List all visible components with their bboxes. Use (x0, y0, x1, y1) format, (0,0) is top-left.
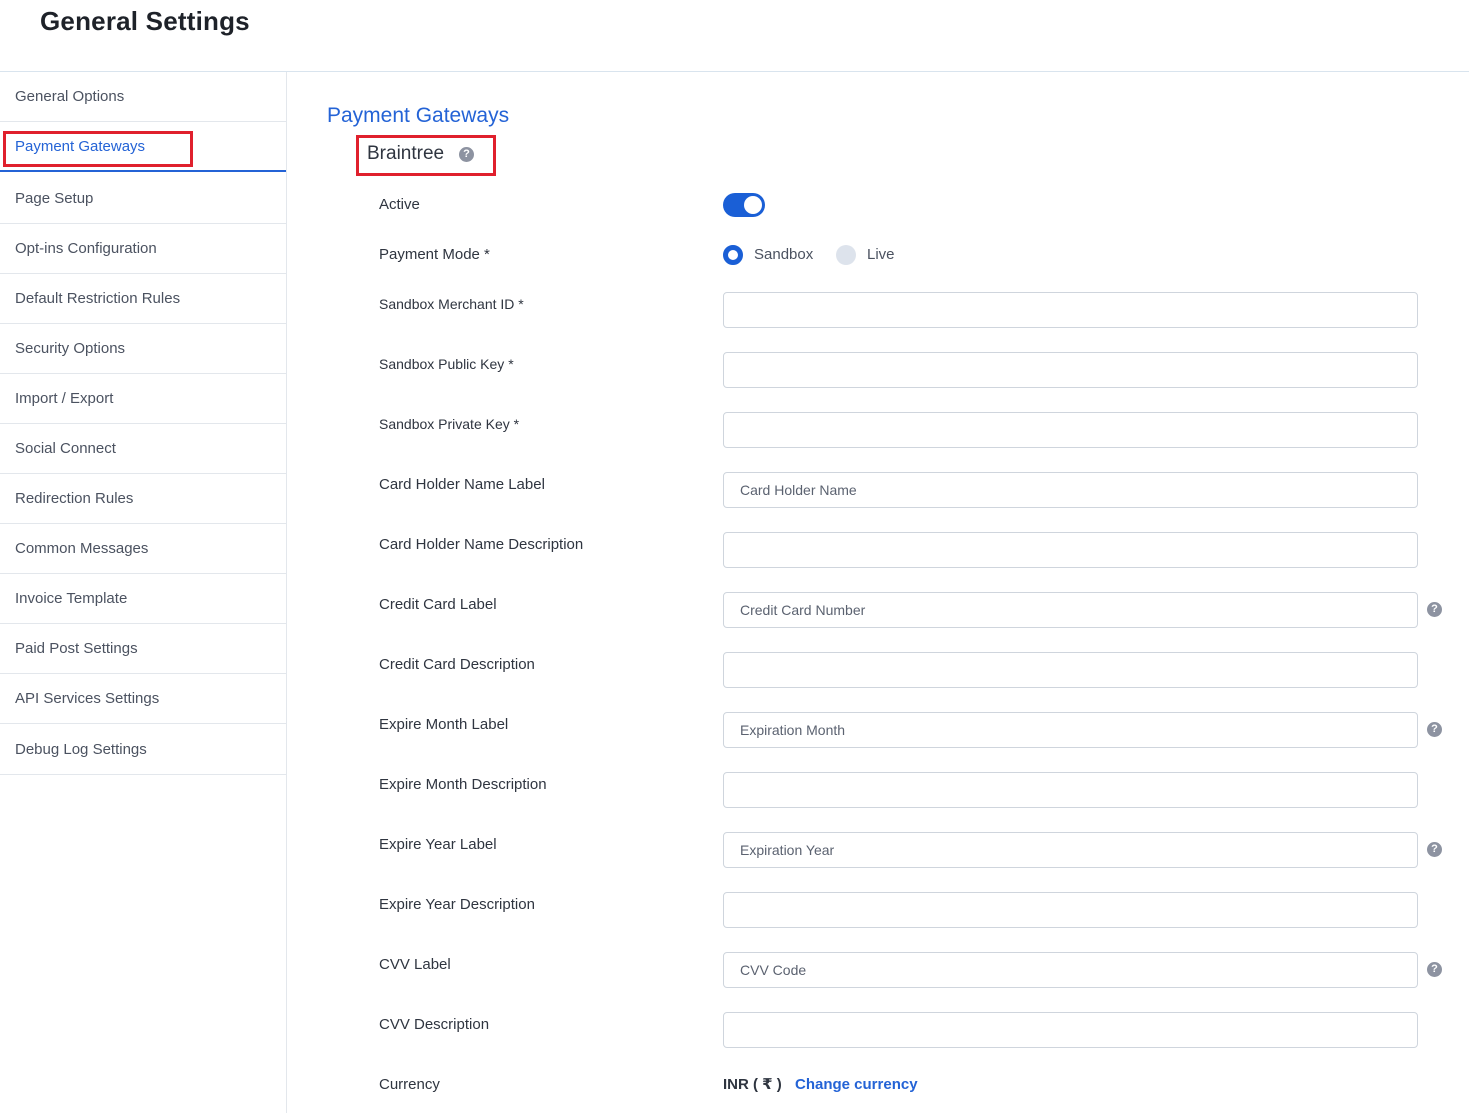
sidebar-item-import-export[interactable]: Import / Export (0, 374, 286, 424)
sidebar-item-default-restriction-rules[interactable]: Default Restriction Rules (0, 274, 286, 324)
credit-card-help-icon[interactable]: ? (1427, 602, 1442, 617)
payment-mode-sandbox-radio[interactable] (723, 245, 743, 265)
sidebar-item-api-services-settings[interactable]: API Services Settings (0, 674, 286, 724)
sandbox-public-key-input[interactable] (723, 352, 1418, 388)
expire-month-help-icon[interactable]: ? (1427, 722, 1442, 737)
card-holder-name-label-label: Card Holder Name Label (379, 476, 545, 493)
gateway-help-icon[interactable]: ? (459, 147, 474, 162)
expire-year-label-input[interactable] (723, 832, 1418, 868)
change-currency-link[interactable]: Change currency (795, 1076, 918, 1093)
sidebar-item-social-connect[interactable]: Social Connect (0, 424, 286, 474)
expire-year-description-label: Expire Year Description (379, 896, 535, 913)
expire-year-label-label: Expire Year Label (379, 836, 497, 853)
currency-value: INR ( ₹ ) (723, 1076, 782, 1093)
payment-mode-label: Payment Mode * (379, 246, 490, 263)
gateway-name: Braintree (367, 143, 445, 164)
card-holder-name-label-input[interactable] (723, 472, 1418, 508)
sidebar-item-page-setup[interactable]: Page Setup (0, 174, 286, 224)
sandbox-public-key-label: Sandbox Public Key * (379, 356, 514, 372)
sidebar-item-general-options[interactable]: General Options (0, 72, 286, 122)
card-holder-name-description-label: Card Holder Name Description (379, 536, 584, 553)
sidebar-item-payment-gateways[interactable]: Payment Gateways (0, 122, 286, 172)
page-title: General Settings (40, 6, 250, 36)
sandbox-private-key-label: Sandbox Private Key * (379, 416, 520, 432)
expire-year-help-icon[interactable]: ? (1427, 842, 1442, 857)
payment-mode-live-radio[interactable] (836, 245, 856, 265)
sandbox-merchant-id-label: Sandbox Merchant ID * (379, 296, 524, 312)
credit-card-description-input[interactable] (723, 652, 1418, 688)
cvv-label-input[interactable] (723, 952, 1418, 988)
sidebar-item-common-messages[interactable]: Common Messages (0, 524, 286, 574)
sidebar-item-opt-ins-configuration[interactable]: Opt-ins Configuration (0, 224, 286, 274)
active-label: Active (379, 196, 420, 213)
sidebar-item-redirection-rules[interactable]: Redirection Rules (0, 474, 286, 524)
expire-month-label-label: Expire Month Label (379, 716, 509, 733)
sidebar-item-paid-post-settings[interactable]: Paid Post Settings (0, 624, 286, 674)
expire-month-description-input[interactable] (723, 772, 1418, 808)
sandbox-private-key-input[interactable] (723, 412, 1418, 448)
credit-card-label-input[interactable] (723, 592, 1418, 628)
sidebar-item-debug-log-settings[interactable]: Debug Log Settings (0, 725, 286, 775)
cvv-help-icon[interactable]: ? (1427, 962, 1442, 977)
card-holder-name-description-input[interactable] (723, 532, 1418, 568)
expire-month-label-input[interactable] (723, 712, 1418, 748)
expire-year-description-input[interactable] (723, 892, 1418, 928)
toggle-knob (744, 196, 762, 214)
sidebar-item-invoice-template[interactable]: Invoice Template (0, 574, 286, 624)
sandbox-merchant-id-input[interactable] (723, 292, 1418, 328)
sidebar-item-security-options[interactable]: Security Options (0, 324, 286, 374)
settings-sidebar: General Options Payment Gateways Page Se… (0, 72, 287, 1113)
credit-card-description-label: Credit Card Description (379, 656, 535, 673)
active-toggle[interactable] (723, 193, 765, 217)
credit-card-label-label: Credit Card Label (379, 596, 497, 613)
payment-mode-sandbox-label[interactable]: Sandbox (754, 246, 813, 263)
currency-label: Currency (379, 1076, 440, 1093)
expire-month-description-label: Expire Month Description (379, 776, 547, 793)
payment-mode-live-label[interactable]: Live (867, 246, 895, 263)
cvv-label-label: CVV Label (379, 956, 451, 973)
cvv-description-input[interactable] (723, 1012, 1418, 1048)
section-title: Payment Gateways (327, 104, 510, 127)
cvv-description-label: CVV Description (379, 1016, 490, 1033)
